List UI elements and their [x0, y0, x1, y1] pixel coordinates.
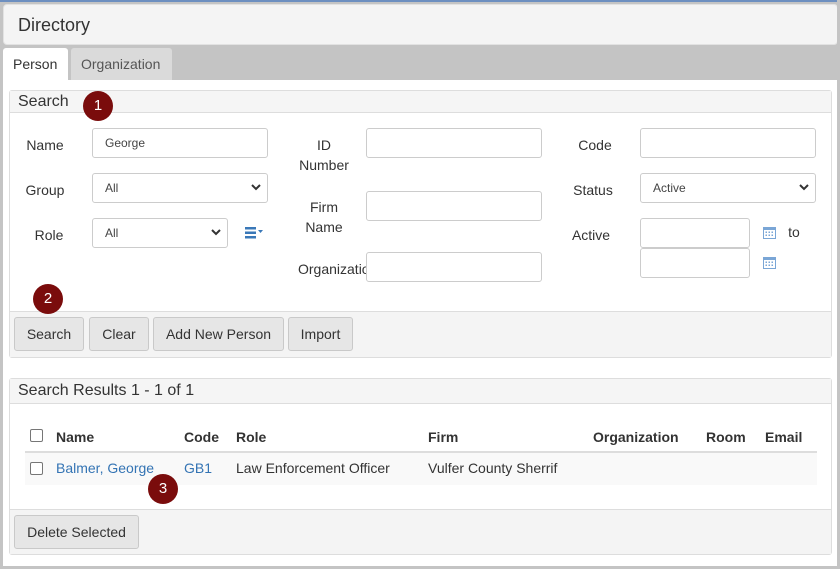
search-panel-footer: Search Clear Add New Person Import	[10, 311, 831, 357]
group-label: Group	[25, 182, 65, 198]
name-label: Name	[26, 137, 64, 153]
page-title: Directory	[18, 15, 91, 35]
column-header-organization[interactable]: Organization	[593, 429, 679, 445]
results-panel-footer: Delete Selected	[10, 509, 831, 554]
search-button[interactable]: Search	[14, 317, 84, 351]
column-header-room[interactable]: Room	[706, 429, 746, 445]
status-selected-value: Active	[653, 181, 686, 195]
chevron-down-icon	[799, 174, 809, 191]
role-label: Role	[34, 227, 64, 243]
id-number-label: ID Number	[294, 135, 354, 175]
organization-input[interactable]	[366, 252, 542, 282]
status-select[interactable]: Active	[640, 173, 816, 203]
column-header-code[interactable]: Code	[184, 429, 219, 445]
search-panel: Search Name George Group All Role All ID…	[9, 90, 832, 358]
column-header-firm[interactable]: Firm	[428, 429, 458, 445]
tab-person[interactable]: Person	[3, 48, 68, 80]
chevron-down-icon	[251, 174, 261, 191]
id-number-label-line1: ID	[317, 137, 331, 153]
organization-label: Organizatio	[298, 261, 366, 277]
active-to-date-input[interactable]	[640, 248, 750, 278]
person-role: Law Enforcement Officer	[236, 460, 390, 476]
column-header-email[interactable]: Email	[765, 429, 802, 445]
status-label: Status	[573, 182, 613, 198]
person-firm: Vulfer County Sherrif	[428, 460, 558, 476]
results-panel-title: Search Results 1 - 1 of 1	[10, 379, 831, 404]
active-to-label: to	[788, 224, 800, 240]
import-button[interactable]: Import	[288, 317, 353, 351]
annotation-badge-3: 3	[148, 474, 178, 504]
column-header-name[interactable]: Name	[56, 429, 94, 445]
code-input[interactable]	[640, 128, 816, 158]
role-select[interactable]: All	[92, 218, 228, 248]
person-name-link[interactable]: Balmer, George	[56, 460, 154, 476]
add-new-person-button[interactable]: Add New Person	[153, 317, 284, 351]
code-label: Code	[578, 137, 612, 153]
table-row: Balmer, George GB1 Law Enforcement Offic…	[25, 453, 817, 485]
list-options-icon[interactable]	[245, 226, 265, 240]
active-label: Active	[571, 227, 611, 243]
annotation-badge-1: 1	[83, 91, 113, 121]
firm-name-label-line2: Name	[305, 219, 343, 235]
id-number-input[interactable]	[366, 128, 542, 158]
page-header: Directory	[3, 4, 838, 45]
delete-selected-button[interactable]: Delete Selected	[14, 515, 139, 549]
name-input[interactable]: George	[92, 128, 268, 158]
role-selected-value: All	[105, 226, 119, 240]
search-panel-title: Search	[10, 91, 831, 113]
person-code-link[interactable]: GB1	[184, 460, 212, 476]
tab-content: Search Name George Group All Role All ID…	[3, 80, 837, 566]
id-number-label-line2: Number	[299, 157, 349, 173]
active-from-date-input[interactable]	[640, 218, 750, 248]
clear-button[interactable]: Clear	[89, 317, 149, 351]
firm-name-input[interactable]	[366, 191, 542, 221]
tab-organization[interactable]: Organization	[71, 48, 172, 80]
chevron-down-icon	[211, 219, 221, 236]
firm-name-label: Firm Name	[294, 197, 354, 237]
firm-name-label-line1: Firm	[310, 199, 338, 215]
results-panel: Search Results 1 - 1 of 1 Name Code Role…	[9, 378, 832, 555]
group-select[interactable]: All	[92, 173, 268, 203]
select-all-checkbox[interactable]	[30, 429, 43, 442]
calendar-icon[interactable]	[763, 226, 777, 240]
group-selected-value: All	[105, 181, 119, 195]
window-top-border	[0, 0, 840, 2]
column-header-role[interactable]: Role	[236, 429, 266, 445]
calendar-icon[interactable]	[763, 256, 777, 270]
row-checkbox[interactable]	[30, 462, 43, 475]
annotation-badge-2: 2	[33, 284, 63, 314]
